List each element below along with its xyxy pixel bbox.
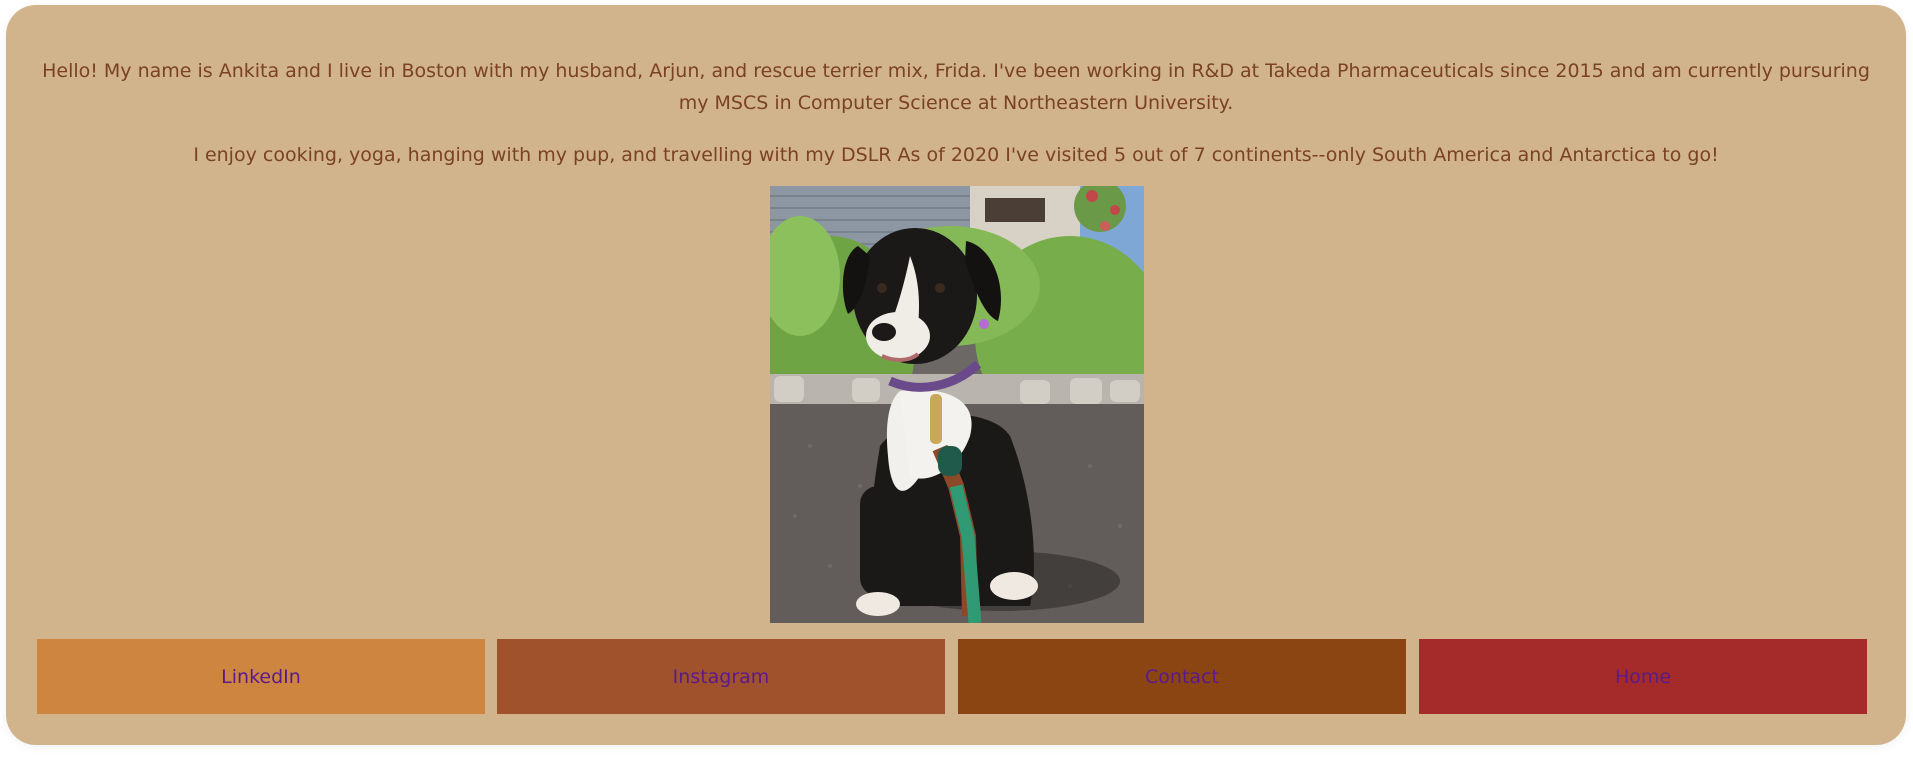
nav-link-contact[interactable]: Contact	[958, 639, 1406, 714]
dog-photo	[770, 186, 1144, 623]
content-card: Hello! My name is Ankita and I live in B…	[6, 5, 1906, 745]
bio-paragraph-intro: Hello! My name is Ankita and I live in B…	[42, 60, 1870, 114]
nav-link-home[interactable]: Home	[1419, 639, 1867, 714]
bio-paragraph-hobbies: I enjoy cooking, yoga, hanging with my p…	[193, 144, 1719, 166]
nav-link-instagram[interactable]: Instagram	[497, 639, 945, 714]
nav-link-linkedin[interactable]: LinkedIn	[37, 639, 485, 714]
